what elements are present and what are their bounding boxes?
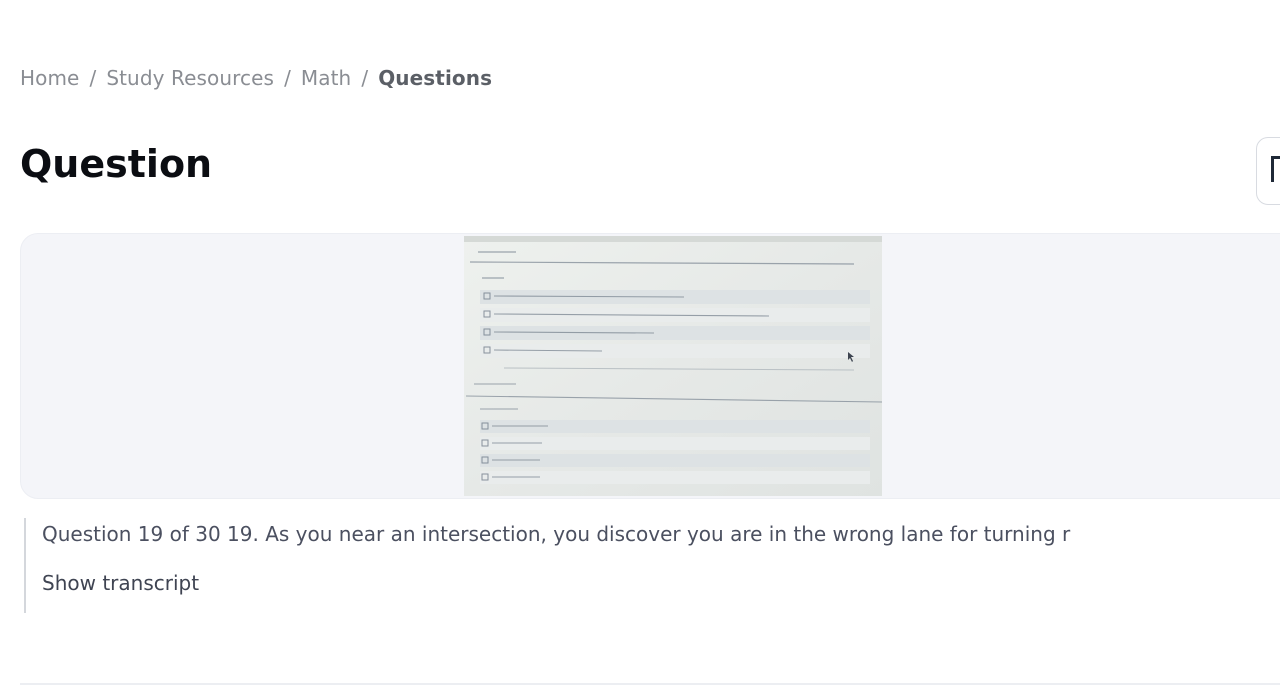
question-text: Question 19 of 30 19. As you near an int… bbox=[42, 522, 1071, 546]
breadcrumb-separator: / bbox=[284, 66, 291, 90]
question-photo-image bbox=[464, 236, 882, 496]
show-transcript-link[interactable]: Show transcript bbox=[42, 571, 199, 595]
breadcrumb: Home / Study Resources / Math / Question… bbox=[20, 66, 492, 90]
divider bbox=[20, 683, 1280, 685]
breadcrumb-study-resources-link[interactable]: Study Resources bbox=[106, 66, 274, 90]
breadcrumb-math-link[interactable]: Math bbox=[301, 66, 351, 90]
breadcrumb-current: Questions bbox=[378, 66, 493, 90]
bracket-icon bbox=[1271, 156, 1280, 182]
breadcrumb-home-link[interactable]: Home bbox=[20, 66, 79, 90]
page-action-button[interactable] bbox=[1256, 137, 1280, 205]
question-transcript: Question 19 of 30 19. As you near an int… bbox=[24, 518, 1280, 613]
breadcrumb-separator: / bbox=[89, 66, 97, 90]
page-title: Question bbox=[20, 142, 213, 186]
breadcrumb-separator: / bbox=[361, 66, 369, 90]
question-photo[interactable] bbox=[464, 236, 882, 496]
